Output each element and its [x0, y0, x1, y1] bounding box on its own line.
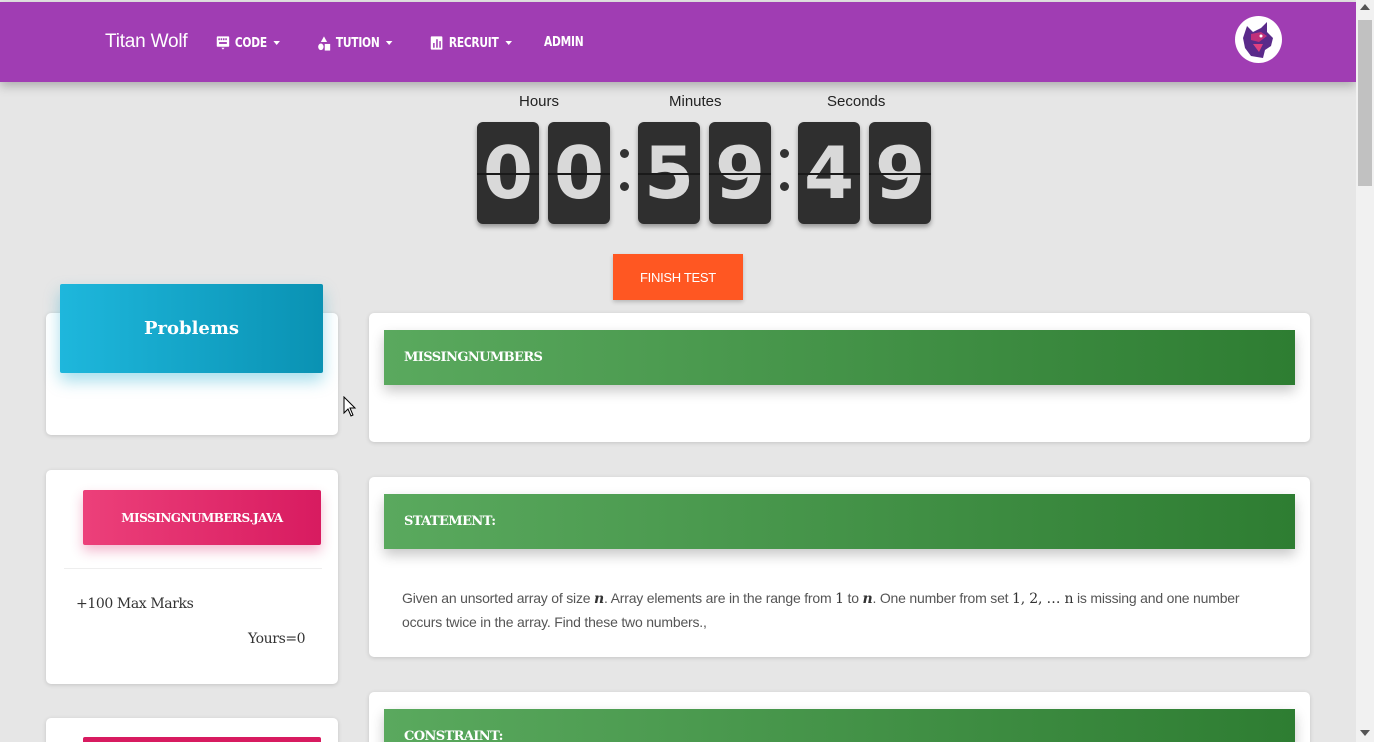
problem-title-card: MISSINGNUMBERS — [369, 313, 1310, 442]
scrollbar-thumb[interactable] — [1358, 20, 1372, 186]
card-divider — [64, 568, 322, 569]
nav-tution-label: TUTION — [335, 35, 380, 51]
problem-title-header: MISSINGNUMBERS — [384, 330, 1295, 385]
scroll-up-arrow-icon[interactable] — [1360, 4, 1370, 10]
constraint-header: CONSTRAINT: — [384, 709, 1295, 742]
page-scrollbar[interactable] — [1356, 0, 1374, 742]
seconds-tens-digit: 4 — [798, 122, 860, 224]
chevron-down-icon — [505, 41, 512, 45]
user-avatar[interactable] — [1235, 16, 1282, 63]
statement-header: STATEMENT: — [384, 494, 1295, 549]
minutes-tens-digit: 5 — [638, 122, 700, 224]
nav-admin-label: ADMIN — [544, 35, 584, 50]
hours-ones-digit: 0 — [548, 122, 610, 224]
problems-header: Problems — [60, 284, 323, 373]
chevron-down-icon — [386, 41, 393, 45]
mouse-cursor-icon — [343, 396, 357, 417]
seconds-ones-digit: 9 — [869, 122, 931, 224]
timer-colon — [780, 149, 789, 197]
seconds-label: Seconds — [827, 93, 886, 110]
statement-text-part: Given an unsorted array of size — [402, 590, 595, 606]
finish-test-button[interactable]: FINISH TEST — [613, 254, 743, 300]
chart-icon — [430, 36, 443, 50]
brand-link[interactable]: Titan Wolf — [105, 31, 188, 53]
nav-recruit-dropdown[interactable]: RECRUIT — [430, 35, 512, 51]
math-n: n — [862, 591, 873, 607]
minutes-ones-digit: 9 — [709, 122, 771, 224]
minutes-label: Minutes — [669, 93, 722, 110]
statement-text-part: . One number from set — [872, 590, 1013, 606]
your-score-text: Yours=0 — [248, 631, 306, 647]
next-problem-file-button[interactable] — [83, 737, 321, 742]
statement-text-part: . Array elements are in the range from — [604, 590, 836, 606]
nav-tution-dropdown[interactable]: TUTION — [317, 35, 393, 51]
nav-code-label: CODE — [234, 35, 267, 51]
wolf-logo-icon — [1238, 19, 1279, 60]
statement-text: Given an unsorted array of size n. Array… — [402, 587, 1282, 634]
statement-text-part: to — [843, 590, 863, 606]
nav-admin-link[interactable]: ADMIN — [544, 35, 584, 50]
scroll-down-arrow-icon[interactable] — [1360, 730, 1370, 736]
timer-colon — [620, 149, 629, 197]
math-one: 1 — [835, 591, 844, 607]
problem-file-button[interactable]: MISSINGNUMBERS.JAVA — [83, 490, 321, 545]
nav-code-dropdown[interactable]: CODE — [216, 35, 281, 51]
chevron-down-icon — [273, 41, 281, 45]
top-navbar: Titan Wolf CODE TUTION RECRUIT ADMIN — [0, 2, 1356, 82]
math-n: n — [594, 591, 605, 607]
hours-label: Hours — [519, 93, 560, 110]
math-set: 1, 2, … n — [1012, 591, 1074, 607]
shapes-icon — [318, 36, 331, 51]
hours-tens-digit: 0 — [477, 122, 539, 224]
keyboard-icon — [216, 36, 230, 50]
constraint-card: CONSTRAINT: — [369, 692, 1310, 742]
max-marks-text: +100 Max Marks — [76, 596, 194, 612]
nav-recruit-label: RECRUIT — [448, 35, 499, 51]
